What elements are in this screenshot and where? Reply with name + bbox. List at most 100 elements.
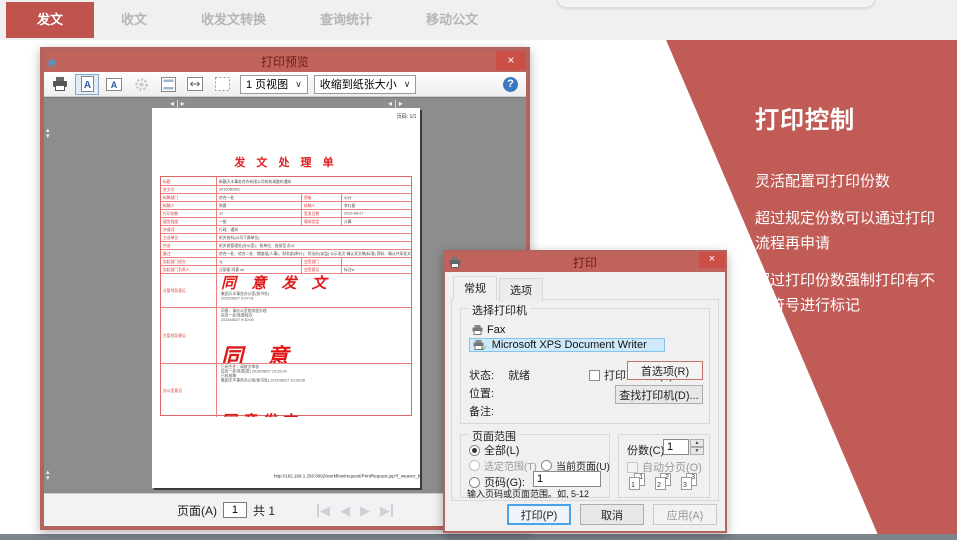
doc-field-label: 拟稿部门 — [163, 196, 179, 201]
dialog-body: 常规 选项 选择打印机 Fax ✓ Microsoft XPS Document Wr… — [445, 272, 725, 531]
doc-title: 发 文 处 理 单 — [234, 157, 338, 169]
dialog-titlebar[interactable]: 打印 × — [445, 252, 725, 272]
doc-field-label: 密级 — [301, 194, 341, 201]
copies-label: 份数(C): — [627, 445, 668, 457]
location-label: 位置: — [469, 388, 495, 400]
collate-checkbox[interactable] — [627, 461, 638, 473]
page-total-label: 共 1 — [252, 503, 275, 518]
nav-tabs: 发文 收文 收发文转换 查询统计 移动公文 — [6, 0, 505, 40]
range-pages-radio[interactable] — [469, 476, 480, 488]
margin-handle-bottom[interactable]: ▴ ▾ — [46, 469, 50, 482]
dialog-tabpanel: 选择打印机 Fax ✓ Microsoft XPS Document Writer … — [451, 299, 719, 501]
find-printer-button[interactable]: 查找打印机(D)... — [615, 385, 703, 404]
dialog-title: 打印 — [572, 255, 597, 270]
range-selection-label: 选定范围(T) — [484, 462, 537, 473]
side-panel-bullet-2: 超过打印份数强制打印有不同符号进行标记 — [755, 272, 936, 314]
page-setup-gear-icon[interactable] — [129, 74, 153, 95]
nav-tab-2[interactable]: 收发文转换 — [174, 2, 293, 38]
doc-footer: http://192.168.1.256:8092/workflow/reque… — [152, 466, 420, 484]
page-field-label: 页面(A) — [176, 503, 217, 518]
printer-item-0[interactable]: Fax — [469, 323, 508, 337]
printer-icon — [472, 325, 483, 335]
spin-up-icon[interactable]: ▲ — [690, 439, 704, 447]
doc-field-label: 会签部门 — [301, 258, 341, 265]
collate-page-pair: 11 — [629, 473, 645, 490]
nav-tab-1[interactable]: 收文 — [94, 2, 174, 38]
header-footer-icon[interactable] — [156, 74, 180, 95]
doc-field-label: 核稿人 — [301, 202, 341, 209]
first-page-icon[interactable]: ◀ — [317, 503, 330, 517]
doc-field-label: 发起部门负责人 — [163, 268, 190, 273]
page-view-dropdown[interactable]: 1 页视图 ∨ — [240, 74, 308, 94]
range-selection-radio[interactable] — [469, 460, 480, 471]
full-page-icon[interactable] — [210, 74, 234, 95]
doc-field-value: 一般 — [216, 218, 301, 225]
fit-width-icon[interactable] — [183, 74, 207, 95]
status-label: 状态: — [469, 370, 495, 382]
scale-dropdown[interactable]: 收缩到纸张大小 ∨ — [313, 74, 417, 94]
doc-form-table: 标题 新疆天丰事务合作有限公司机构调整的通知 发文号 2015080001 拟稿部门 综合… — [160, 176, 412, 417]
doc-sig-label: 办公室意见 — [163, 389, 182, 394]
nav-tab-0[interactable]: 发文 — [6, 2, 95, 38]
doc-signature-text: 同意发文 — [221, 413, 411, 417]
preview-close-icon[interactable]: × — [496, 51, 526, 70]
portrait-icon[interactable]: A — [75, 73, 99, 95]
doc-field-value: 陈晨 — [216, 202, 301, 209]
doc-field-value: 综合一处、综合二处、稽查组(人事)、财务部(审计)、综治办(安监) 公示发文 确… — [216, 250, 411, 257]
doc-field-label: 载体类型 — [301, 218, 341, 225]
margin-handle-right[interactable]: ◂❘▸ — [388, 100, 403, 108]
svg-text:A: A — [111, 80, 118, 90]
printer-item-1[interactable]: ✓ Microsoft XPS Document Writer — [469, 338, 665, 353]
page-number-input[interactable] — [222, 502, 247, 518]
doc-table-row-5: 缓急程度 一般 载体类型 计算 — [161, 217, 411, 225]
doc-field-label: 备注 — [163, 252, 171, 257]
nav-tab-3[interactable]: 查询统计 — [293, 2, 399, 38]
doc-field-label: 签发日期 — [301, 210, 341, 217]
doc-field-value: 31 — [216, 210, 301, 217]
range-all-radio[interactable] — [469, 444, 480, 456]
doc-field-value: 行政、通知 — [216, 226, 411, 233]
copies-input[interactable] — [663, 439, 689, 455]
nav-tab-4[interactable]: 移动公文 — [399, 2, 505, 38]
print-icon[interactable] — [48, 74, 72, 95]
svg-text:A: A — [83, 80, 90, 91]
doc-sig-content: 已阅主任：请按文审核 综合一处/陈晨[签] 2015/08/27 10:25:00… — [216, 364, 411, 417]
doc-field-value: 汪丽丽 同意.ok — [216, 266, 301, 273]
doc-table-row-3: 拟稿人 陈晨 核稿人 李红星 — [161, 201, 411, 209]
doc-field-value: 标注w — [341, 266, 411, 273]
bottom-strip — [0, 534, 957, 540]
landscape-icon[interactable]: A — [102, 74, 126, 95]
check-icon: ✓ — [481, 343, 488, 353]
last-page-icon[interactable]: ▶ — [380, 503, 393, 517]
dialog-tab-0[interactable]: 常规 — [453, 276, 497, 300]
doc-sig-sub-lines: 集团天丰事务办公室(秘书处) 2015/08/27 9:07:01 — [221, 291, 270, 301]
doc-table-row-13: 主管领导意见 同意，请办公室按流程办理 综合一处/陈晨经办 2015/08/27 9:… — [161, 307, 411, 363]
margin-handle-top[interactable]: ▴ ▾ — [46, 127, 50, 140]
preferences-button[interactable]: 首选项(R) — [627, 361, 703, 380]
cancel-button[interactable]: 取消 — [580, 504, 644, 525]
doc-field-value — [341, 258, 411, 265]
doc-table-row-10: 发起部门经办 无会签部门 — [161, 257, 411, 265]
apply-button[interactable]: 应用(A) — [653, 504, 717, 525]
select-printer-group: 选择打印机 Fax ✓ Microsoft XPS Document Writer … — [460, 302, 710, 424]
doc-field-value: 机关各科(公司下属单位) — [216, 234, 411, 241]
spin-down-icon[interactable]: ▼ — [690, 447, 704, 455]
print-button[interactable]: 打印(P) — [507, 504, 571, 525]
margin-handle-left[interactable]: ◂❘▸ — [170, 100, 185, 108]
prev-page-icon[interactable]: ◀ — [340, 504, 350, 517]
next-page-icon[interactable]: ▶ — [360, 504, 370, 517]
side-panel-bullet-0: 灵活配置可打印份数 — [755, 173, 891, 190]
dialog-close-icon[interactable]: × — [699, 252, 725, 268]
dialog-tab-1[interactable]: 选项 — [499, 278, 543, 302]
pages-input[interactable] — [533, 471, 601, 487]
doc-table-row-12: 分管领导意见 同 意 发 文集团天丰事务办公室(秘书处) 2015/08/27 9:… — [161, 273, 411, 307]
doc-field-label: 发文号 — [163, 188, 175, 193]
help-icon[interactable]: ? — [503, 76, 518, 92]
print-to-file-checkbox[interactable] — [589, 369, 600, 381]
preview-titlebar[interactable]: e 打印预览 × — [44, 51, 526, 72]
range-current-radio[interactable] — [541, 460, 552, 471]
collate-page-pair: 33 — [681, 473, 697, 490]
doc-sig-content: 同意，请办公室按流程办理 综合一处/陈晨经办 2015/08/27 9:30:00 同… — [216, 308, 411, 363]
status-value: 就绪 — [508, 370, 531, 382]
doc-table-row-6: 关键词 行政、通知 — [161, 225, 411, 233]
